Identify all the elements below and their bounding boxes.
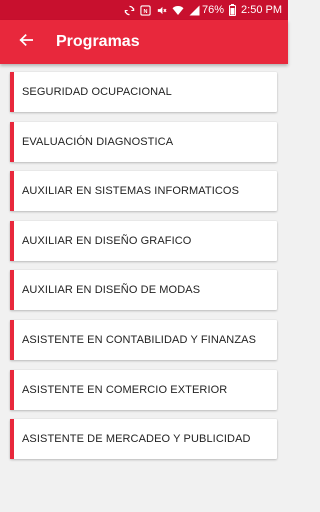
battery-percent: 76%: [202, 4, 225, 16]
card-accent-bar: [10, 121, 14, 162]
program-label: AUXILIAR EN SISTEMAS INFORMATICOS: [22, 185, 240, 198]
program-item-evaluacion-diagnostica[interactable]: EVALUACIÓN DIAGNOSTICA: [10, 121, 277, 162]
program-label: EVALUACIÓN DIAGNOSTICA: [22, 135, 174, 148]
card-accent-bar: [10, 270, 14, 311]
card-accent-bar: [10, 319, 14, 360]
program-item-seguridad-ocupacional[interactable]: SEGURIDAD OCUPACIONAL: [10, 72, 277, 112]
program-item-asistente-comercio-exterior[interactable]: ASISTENTE EN COMERCIO EXTERIOR: [10, 369, 277, 410]
sync-icon: [124, 0, 135, 20]
program-item-auxiliar-diseno-modas[interactable]: AUXILIAR EN DISEÑO DE MODAS: [10, 270, 277, 311]
program-label: ASISTENTE EN CONTABILIDAD Y FINANZAS: [22, 333, 257, 346]
mute-icon: [156, 0, 167, 20]
program-item-asistente-contabilidad-finanzas[interactable]: ASISTENTE EN CONTABILIDAD Y FINANZAS: [10, 319, 277, 360]
program-label: AUXILIAR EN DISEÑO GRAFICO: [22, 234, 192, 247]
svg-text:N: N: [144, 8, 148, 14]
card-accent-bar: [10, 369, 14, 410]
card-accent-bar: [10, 171, 14, 212]
nfc-icon: N: [140, 0, 151, 20]
signal-icon: [189, 0, 200, 20]
card-accent-bar: [10, 419, 14, 460]
program-label: ASISTENTE DE MERCADEO Y PUBLICIDAD: [22, 433, 251, 446]
back-button[interactable]: [6, 20, 46, 64]
status-bar: N 76% 2:50 PM: [0, 0, 288, 20]
program-item-asistente-mercadeo-publicidad[interactable]: ASISTENTE DE MERCADEO Y PUBLICIDAD: [10, 419, 277, 460]
app-bar: Programas: [0, 20, 288, 64]
page-title: Programas: [56, 33, 140, 50]
wifi-icon: [172, 0, 184, 20]
arrow-left-icon: [19, 33, 33, 52]
card-accent-bar: [10, 220, 14, 261]
battery-icon: [229, 0, 237, 20]
card-accent-bar: [10, 72, 14, 112]
program-label: SEGURIDAD OCUPACIONAL: [22, 86, 172, 98]
status-time: 2:50 PM: [241, 4, 282, 16]
program-item-auxiliar-diseno-grafico[interactable]: AUXILIAR EN DISEÑO GRAFICO: [10, 220, 277, 261]
program-label: AUXILIAR EN DISEÑO DE MODAS: [22, 284, 201, 297]
program-item-auxiliar-sistemas-informaticos[interactable]: AUXILIAR EN SISTEMAS INFORMATICOS: [10, 171, 277, 212]
program-label: ASISTENTE EN COMERCIO EXTERIOR: [22, 383, 228, 396]
program-list: SEGURIDAD OCUPACIONAL EVALUACIÓN DIAGNOS…: [10, 72, 277, 469]
